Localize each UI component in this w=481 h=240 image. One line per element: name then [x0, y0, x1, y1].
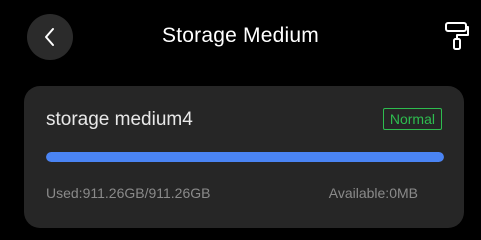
usage-progress-bar	[46, 152, 444, 162]
storage-medium-name: storage medium4	[46, 109, 193, 130]
format-button[interactable]	[442, 19, 472, 53]
paint-roller-icon	[445, 22, 469, 50]
storage-medium-card[interactable]: storage medium4 Normal Used:911.26GB/911…	[24, 86, 464, 228]
header: Storage Medium	[0, 0, 481, 72]
usage-progress-fill	[46, 152, 444, 162]
page-title: Storage Medium	[162, 24, 319, 47]
storage-medium-screen: Storage Medium storage medium4 Normal Us…	[0, 0, 481, 240]
available-capacity-text: Available:0MB	[328, 185, 418, 201]
used-capacity-text: Used:911.26GB/911.26GB	[46, 185, 211, 201]
status-badge: Normal	[382, 108, 442, 130]
